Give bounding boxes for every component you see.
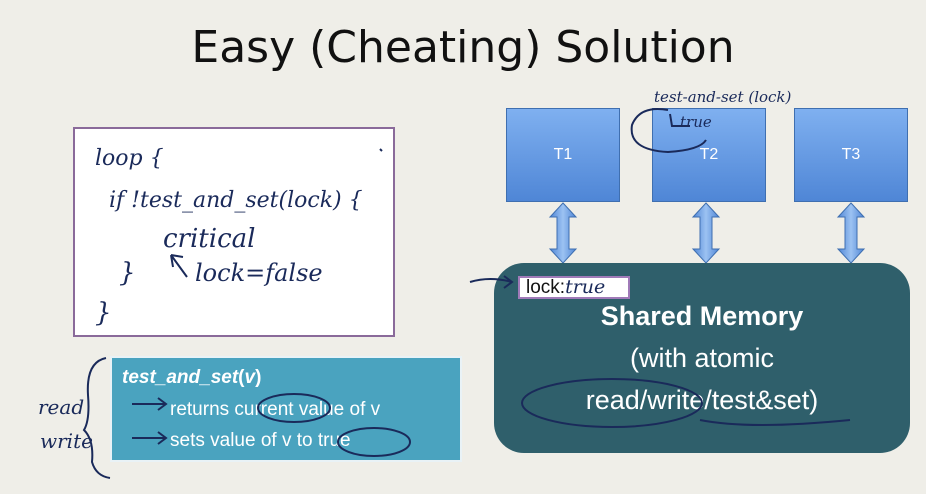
lock-value-handwritten: true — [565, 276, 606, 298]
handwritten-code: loop { if !test_and_set(lock) { critical… — [95, 146, 383, 328]
test-and-set-info-box: test_and_set(v) returns current value of… — [110, 356, 462, 462]
write-annotation: write — [40, 429, 93, 453]
code-line-close-inner: } — [119, 258, 136, 288]
arrow-t3 — [836, 202, 866, 264]
code-line-close-outer: } — [95, 298, 112, 328]
read-annotation: read — [38, 395, 84, 419]
info-title: test_and_set(v) — [122, 367, 262, 388]
handwritten-arrow — [170, 254, 188, 278]
shared-memory-subtitle-1: (with atomic — [629, 343, 775, 373]
code-line-if: if !test_and_set(lock) { — [109, 188, 363, 213]
info-line-sets: sets value of v to true — [170, 430, 351, 451]
code-line-critical: critical — [163, 224, 255, 254]
slide-title: Easy (Cheating) Solution — [191, 22, 735, 73]
code-line-lock-false: lock=false — [195, 259, 323, 287]
arrow-t1 — [548, 202, 578, 264]
arrow-t2 — [691, 202, 721, 264]
brace-annotation — [82, 357, 111, 479]
tas-note-annotation: test-and-set (lock) — [654, 88, 792, 106]
code-box: loop { if !test_and_set(lock) { critical… — [73, 127, 395, 337]
lock-variable-label: lock:true — [518, 276, 630, 299]
shared-memory-subtitle-2: read/write/test&set) — [585, 385, 819, 415]
thread-t3: T3 — [794, 108, 908, 202]
code-line-loop: loop { — [95, 146, 164, 171]
thread-t2: T2 — [652, 108, 766, 202]
shared-memory-title: Shared Memory — [600, 301, 804, 331]
thread-t1: T1 — [506, 108, 620, 202]
info-line-returns: returns current value of v — [170, 399, 381, 420]
